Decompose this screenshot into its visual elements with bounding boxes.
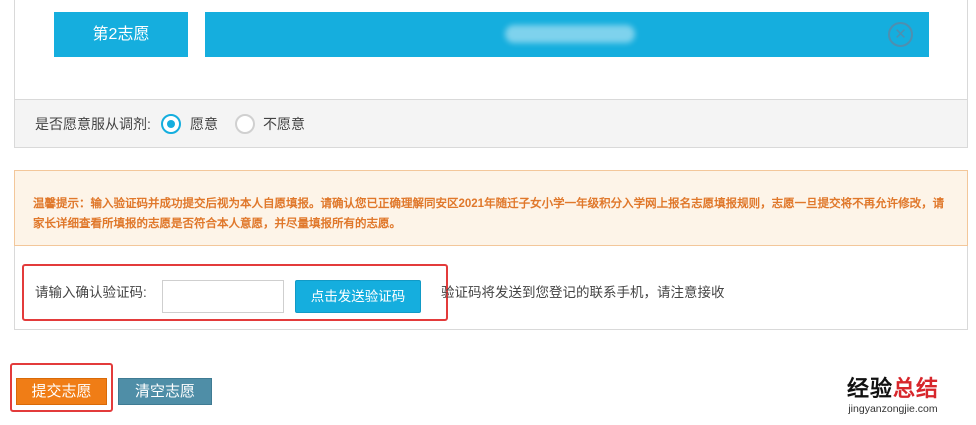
wish-school-field[interactable]: ✕ [205,12,929,57]
radio-willing-label[interactable]: 愿意 [190,100,218,148]
choice-panel: 第2志愿 ✕ [14,0,968,100]
watermark-title-part2: 总结 [893,376,940,402]
adjustment-row: 是否愿意服从调剂: 愿意 不愿意 [14,100,968,148]
submit-choices-button[interactable]: 提交志愿 [16,378,107,405]
send-code-button[interactable]: 点击发送验证码 [295,280,421,313]
watermark-title-part1: 经验 [846,376,893,402]
watermark-logo: 经验总结 jingyanzongjie.com [818,376,968,420]
radio-unwilling-label[interactable]: 不愿意 [263,100,305,148]
notice-text: 温馨提示：输入验证码并成功提交后视为本人自愿填报。请确认您已正确理解同安区202… [33,198,945,230]
verification-label: 请输入确认验证码: [35,285,147,300]
adjustment-label: 是否愿意服从调剂: [35,116,151,132]
notice-box: 温馨提示：输入验证码并成功提交后视为本人自愿填报。请确认您已正确理解同安区202… [14,170,968,246]
verification-hint: 验证码将发送到您登记的联系手机，请注意接收 [441,285,725,300]
wish-rank-label: 第2志愿 [54,12,188,57]
close-circle-icon[interactable]: ✕ [888,22,913,47]
verification-panel: 请输入确认验证码: 点击发送验证码 验证码将发送到您登记的联系手机，请注意接收 [14,246,968,330]
watermark-url: jingyanzongjie.com [848,403,938,415]
radio-willing[interactable] [161,114,181,134]
clear-choices-button[interactable]: 清空志愿 [118,378,212,405]
watermark-title: 经验总结 [818,376,968,402]
radio-unwilling[interactable] [235,114,255,134]
verification-code-input[interactable] [162,280,284,313]
wish-school-value [505,25,635,43]
